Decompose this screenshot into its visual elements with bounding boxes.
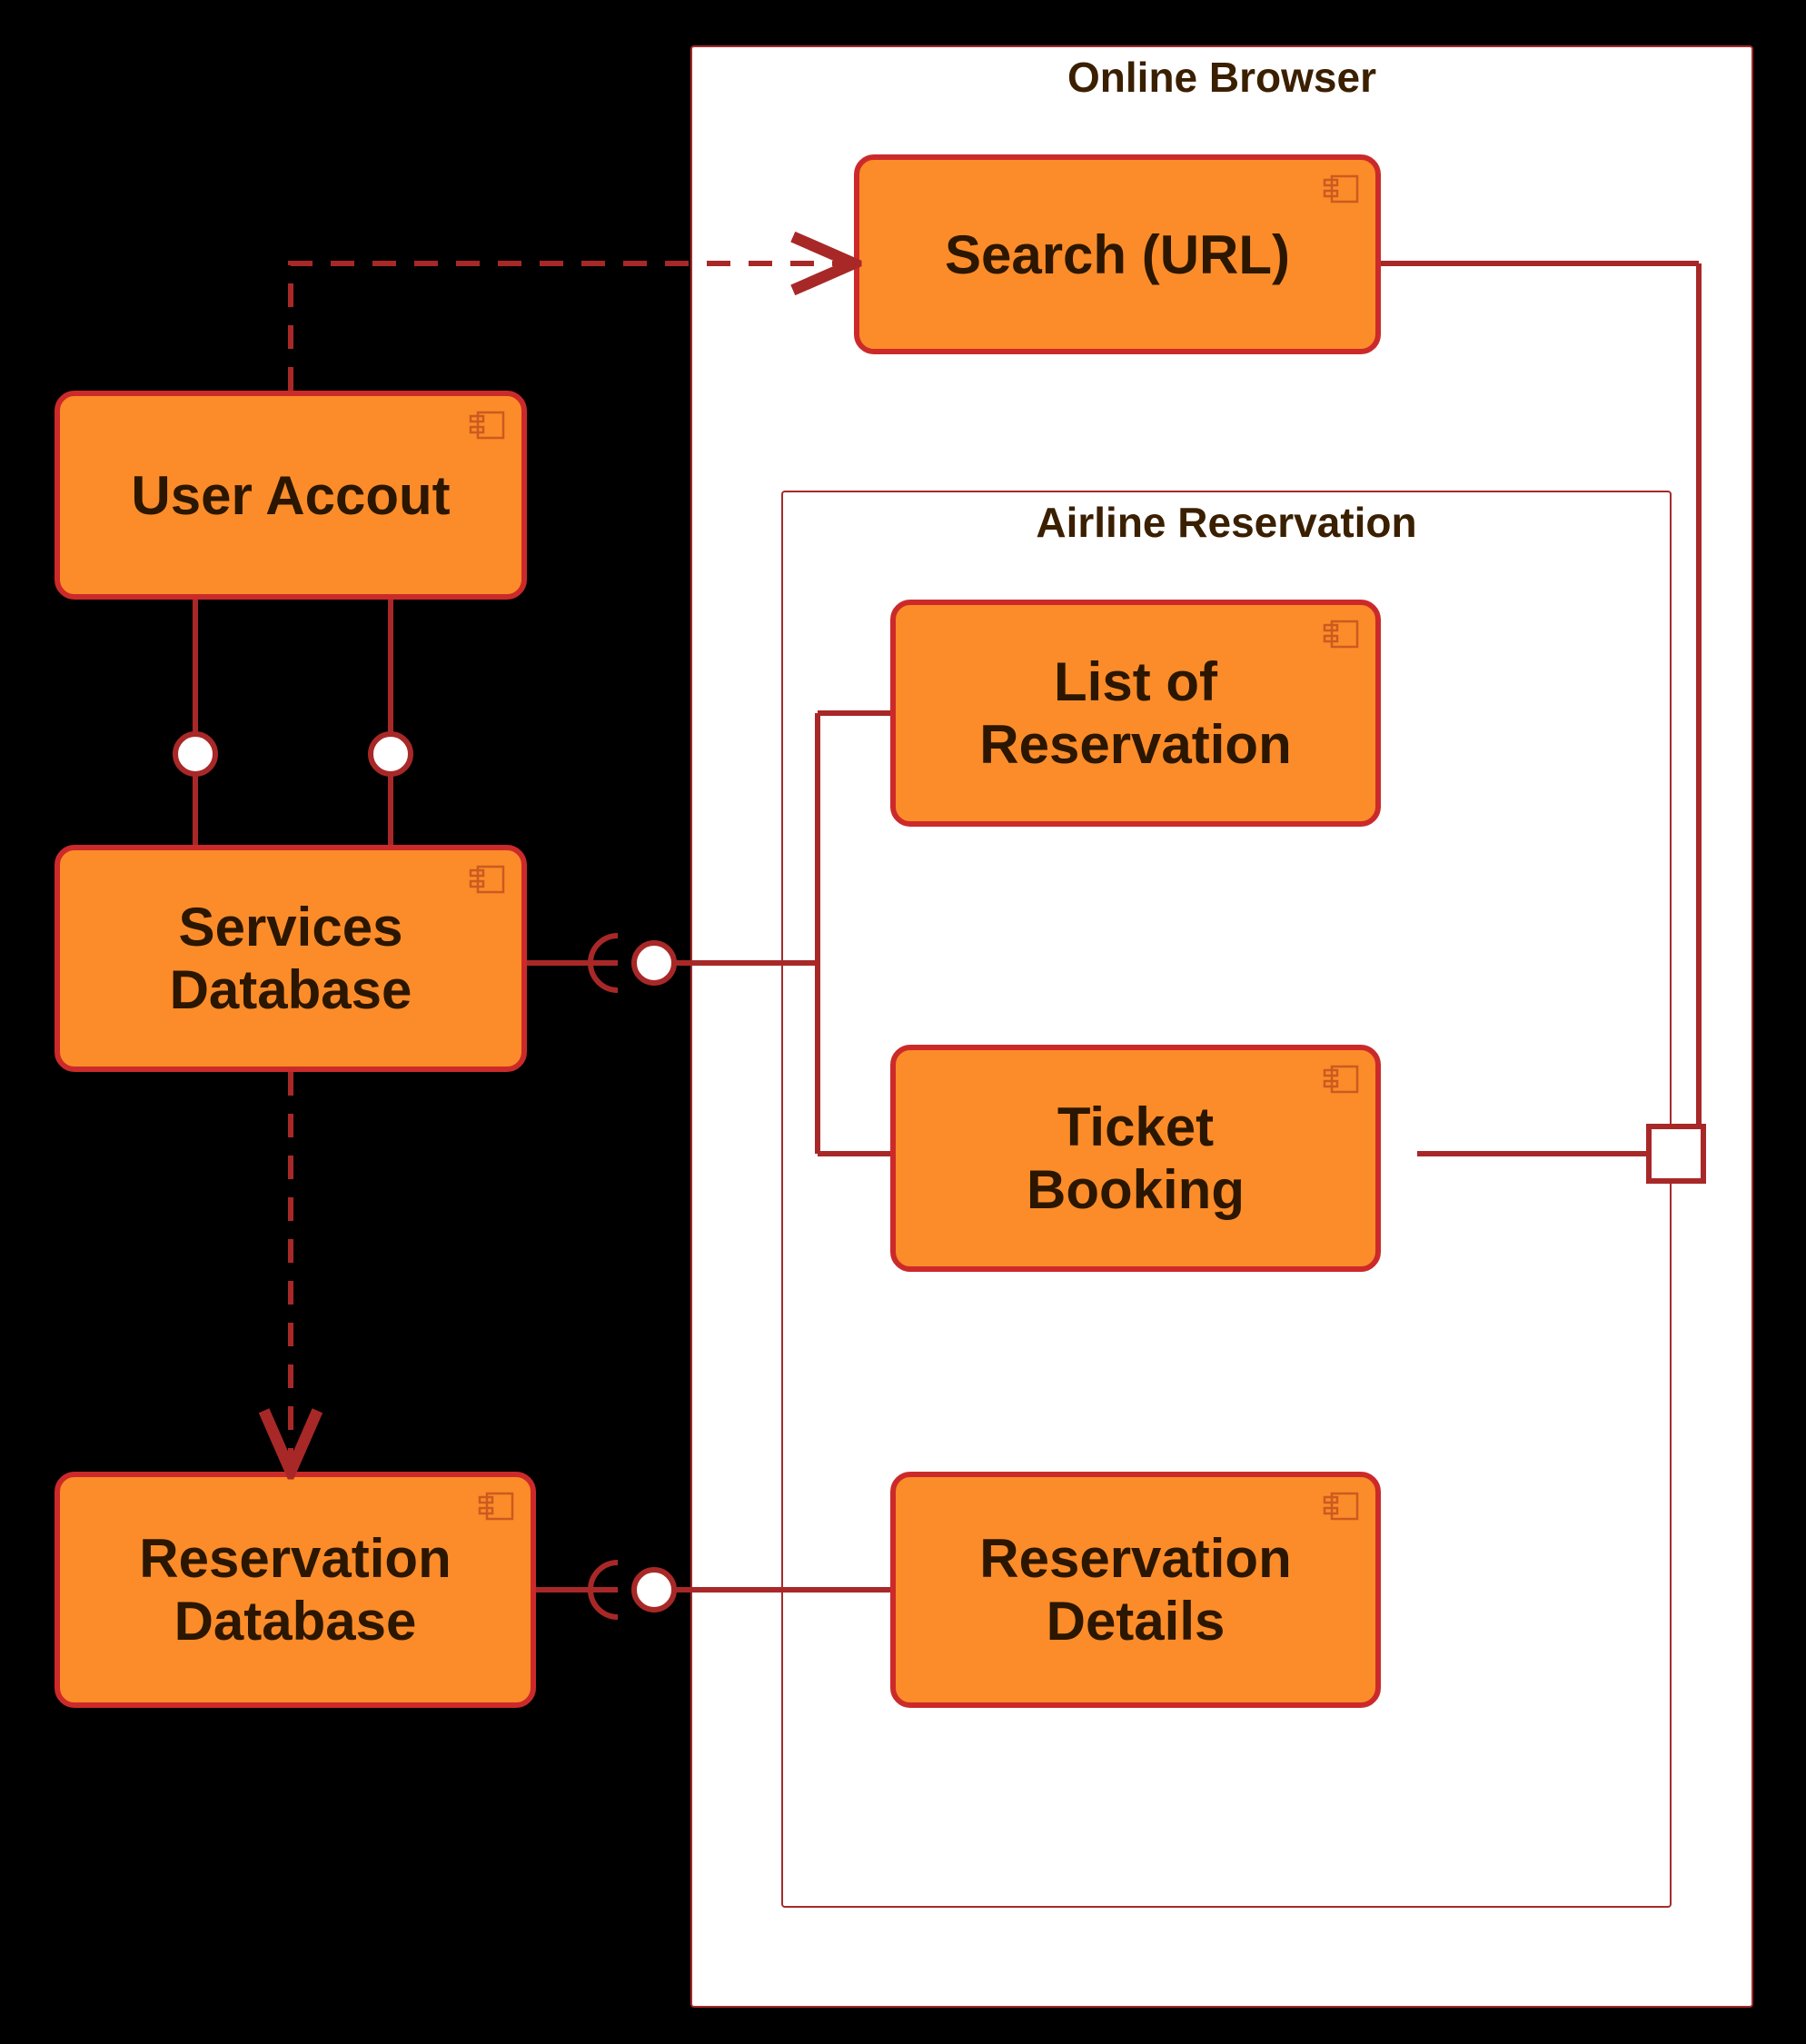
component-list-of-reservation: List ofReservation bbox=[890, 600, 1381, 827]
component-reservation-database: ReservationDatabase bbox=[55, 1472, 536, 1708]
label-search-url: Search (URL) bbox=[945, 223, 1290, 286]
connector-user-to-services bbox=[175, 600, 411, 845]
diagram-canvas: Online Browser Airline Reservation User … bbox=[0, 0, 1806, 2044]
label-reservation-database: ReservationDatabase bbox=[139, 1527, 451, 1652]
label-services-database: ServicesDatabase bbox=[170, 896, 412, 1021]
frame-title-online-browser: Online Browser bbox=[692, 53, 1751, 102]
component-user-account: User Accout bbox=[55, 391, 527, 600]
label-list-of-reservation: List ofReservation bbox=[979, 650, 1291, 776]
component-icon bbox=[1323, 173, 1359, 205]
component-services-database: ServicesDatabase bbox=[55, 845, 527, 1072]
component-icon bbox=[469, 409, 505, 442]
component-ticket-booking: TicketBooking bbox=[890, 1045, 1381, 1272]
component-icon bbox=[478, 1490, 514, 1523]
label-reservation-details: ReservationDetails bbox=[979, 1527, 1291, 1652]
component-reservation-details: ReservationDetails bbox=[890, 1472, 1381, 1708]
component-icon bbox=[1323, 1063, 1359, 1096]
component-icon bbox=[469, 863, 505, 896]
label-ticket-booking: TicketBooking bbox=[1027, 1096, 1245, 1221]
frame-title-airline-reservation: Airline Reservation bbox=[783, 498, 1670, 547]
label-user-account: User Accout bbox=[131, 464, 450, 527]
component-search-url: Search (URL) bbox=[854, 154, 1381, 354]
component-icon bbox=[1323, 618, 1359, 650]
component-icon bbox=[1323, 1490, 1359, 1523]
